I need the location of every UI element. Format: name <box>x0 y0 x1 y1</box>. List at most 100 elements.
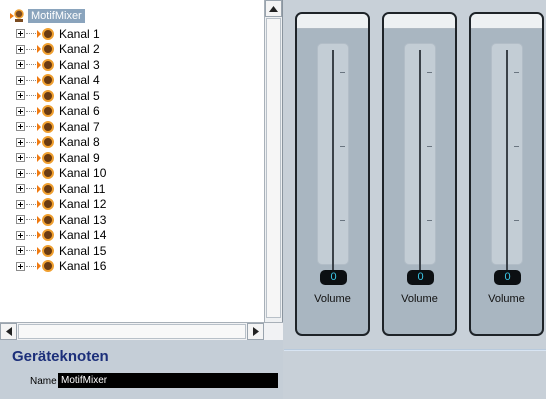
play-arrow-icon <box>37 107 41 116</box>
expand-plus-icon[interactable] <box>16 44 25 54</box>
fader-tick <box>427 146 432 147</box>
strip-header <box>384 14 455 29</box>
tree-connector-line <box>26 126 36 128</box>
channel-node-icon <box>42 58 54 71</box>
tree-node-channel[interactable]: Kanal 6 <box>16 104 106 120</box>
expand-plus-icon[interactable] <box>16 184 25 194</box>
tree-node-channel[interactable]: Kanal 16 <box>16 259 106 275</box>
play-arrow-icon <box>37 262 41 271</box>
tree-node-channel[interactable]: Kanal 15 <box>16 243 106 259</box>
channel-node-icon <box>42 198 54 211</box>
tree-node-channel[interactable]: Kanal 1 <box>16 26 106 42</box>
tree-connector-line <box>26 250 36 252</box>
scroll-up-button[interactable] <box>265 0 282 17</box>
volume-fader[interactable] <box>404 43 436 276</box>
volume-value-display[interactable]: 0 <box>494 270 521 285</box>
mixer-channel-strip: 0 Volume <box>382 12 457 336</box>
chevron-up-icon <box>269 5 278 12</box>
name-field-label: Name <box>30 376 57 387</box>
tree-node-channel[interactable]: Kanal 4 <box>16 73 106 89</box>
expand-plus-icon[interactable] <box>16 122 25 132</box>
tree-node-channel[interactable]: Kanal 7 <box>16 119 106 135</box>
channel-node-icon <box>42 136 54 149</box>
channel-node-icon <box>42 74 54 87</box>
play-arrow-icon <box>37 122 41 131</box>
scroll-right-button[interactable] <box>247 323 264 340</box>
tree-root-node[interactable]: MotifMixer <box>10 8 85 24</box>
chevron-left-icon <box>5 327 12 336</box>
tree-connector-line <box>26 48 36 50</box>
strip-header <box>471 14 542 29</box>
play-arrow-icon <box>37 200 41 209</box>
play-arrow-icon <box>37 184 41 193</box>
expand-plus-icon[interactable] <box>16 215 25 225</box>
channel-node-icon <box>42 244 54 257</box>
tree-node-label: Kanal 1 <box>59 26 100 41</box>
volume-fader[interactable] <box>491 43 523 276</box>
name-field[interactable] <box>58 373 278 388</box>
tree-node-channel[interactable]: Kanal 3 <box>16 57 106 73</box>
tree-node-label: Kanal 7 <box>59 119 100 134</box>
tree-node-channel[interactable]: Kanal 9 <box>16 150 106 166</box>
expand-plus-icon[interactable] <box>16 60 25 70</box>
volume-value-display[interactable]: 0 <box>320 270 347 285</box>
tree-horizontal-scrollbar[interactable] <box>0 322 283 340</box>
expand-plus-icon[interactable] <box>16 29 25 39</box>
fader-tick <box>514 146 519 147</box>
tree-connector-line <box>26 141 36 143</box>
expand-plus-icon[interactable] <box>16 230 25 240</box>
tree-node-channel[interactable]: Kanal 12 <box>16 197 106 213</box>
volume-fader[interactable] <box>317 43 349 276</box>
expand-plus-icon[interactable] <box>16 168 25 178</box>
play-arrow-icon <box>37 138 41 147</box>
play-arrow-icon <box>37 91 41 100</box>
tree-connector-line <box>26 234 36 236</box>
tree-vertical-scrollbar[interactable] <box>264 0 282 322</box>
fader-tick <box>514 72 519 73</box>
tree-node-label: Kanal 2 <box>59 42 100 57</box>
horizontal-scroll-thumb[interactable] <box>18 324 246 339</box>
tree-node-label: Kanal 14 <box>59 228 107 243</box>
tree-node-channel[interactable]: Kanal 2 <box>16 42 106 58</box>
expand-plus-icon[interactable] <box>16 75 25 85</box>
tree-connector-line <box>26 64 36 66</box>
volume-label: Volume <box>401 293 438 305</box>
properties-title: Geräteknoten <box>12 348 109 365</box>
expand-plus-icon[interactable] <box>16 246 25 256</box>
fader-tick <box>514 220 519 221</box>
mixer-channel-strip: 0 Volume <box>295 12 370 336</box>
expand-plus-icon[interactable] <box>16 91 25 101</box>
tree-node-label: Kanal 9 <box>59 150 100 165</box>
tree-connector-line <box>26 172 36 174</box>
tree-node-channel[interactable]: Kanal 10 <box>16 166 106 182</box>
tree-node-label: Kanal 6 <box>59 104 100 119</box>
expand-plus-icon[interactable] <box>16 199 25 209</box>
volume-value-display[interactable]: 0 <box>407 270 434 285</box>
play-arrow-icon <box>37 169 41 178</box>
tree-connector-line <box>26 95 36 97</box>
channel-node-icon <box>42 120 54 133</box>
mixer-channel-strip: 0 Volume <box>469 12 544 336</box>
fader-tick <box>340 72 345 73</box>
fader-tick <box>340 146 345 147</box>
fader-slot <box>419 50 421 276</box>
tree-connector-line <box>26 265 36 267</box>
expand-plus-icon[interactable] <box>16 106 25 116</box>
tree-node-channel[interactable]: Kanal 14 <box>16 228 106 244</box>
mixer-area: 0 Volume 0 Volume 0 Volume <box>284 0 546 399</box>
expand-plus-icon[interactable] <box>16 261 25 271</box>
scroll-left-button[interactable] <box>0 323 17 340</box>
tree-node-label: Kanal 10 <box>59 166 107 181</box>
tree-node-channel[interactable]: Kanal 8 <box>16 135 106 151</box>
channel-node-icon <box>42 182 54 195</box>
expand-plus-icon[interactable] <box>16 153 25 163</box>
expand-plus-icon[interactable] <box>16 137 25 147</box>
vertical-scroll-thumb[interactable] <box>266 18 281 318</box>
play-arrow-icon <box>37 231 41 240</box>
tree-node-channel[interactable]: Kanal 5 <box>16 88 106 104</box>
tree-node-channel[interactable]: Kanal 11 <box>16 181 106 197</box>
tree-node-channel[interactable]: Kanal 13 <box>16 212 106 228</box>
tree-node-label: Kanal 3 <box>59 57 100 72</box>
strip-header <box>297 14 368 29</box>
play-arrow-icon <box>37 215 41 224</box>
